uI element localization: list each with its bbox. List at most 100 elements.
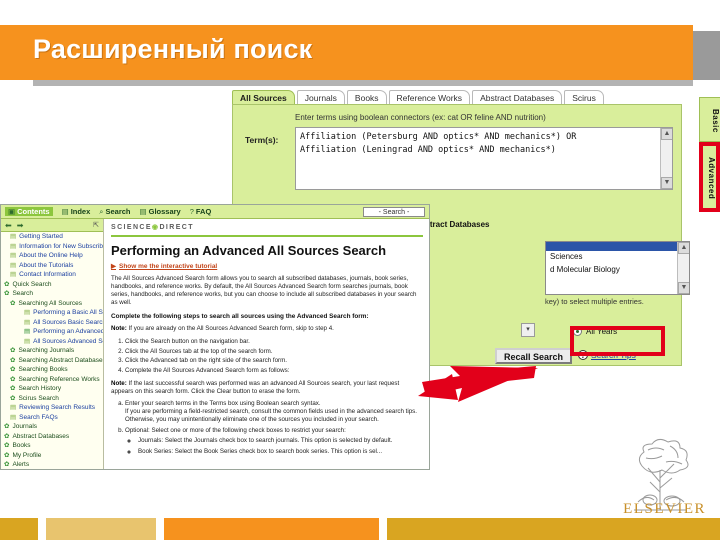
- help-step-4: Complete the All Sources Advanced Search…: [125, 366, 423, 376]
- subject-scrollbar[interactable]: ▲ ▼: [677, 242, 689, 294]
- toc-item[interactable]: ✿ Books: [1, 441, 103, 451]
- back-arrow-icon[interactable]: ⬅: [5, 221, 12, 230]
- help-step-2: Click the All Sources tab at the top of …: [125, 347, 423, 357]
- toc-item[interactable]: ✿ Search History: [1, 384, 103, 394]
- search-terms-input[interactable]: Affiliation (Petersburg AND optics* AND …: [295, 127, 673, 190]
- toc-item[interactable]: ▤ Search FAQs: [1, 413, 103, 423]
- toc-item[interactable]: ▤ About the Tutorials: [1, 261, 103, 271]
- toc-item-label: Searching Abstract Databases: [18, 356, 103, 364]
- toc-item-label: Books: [12, 442, 31, 449]
- subject-scroll-down-icon[interactable]: ▼: [678, 282, 689, 294]
- tab-reference-works[interactable]: Reference Works: [388, 90, 471, 105]
- vertical-tab-basic[interactable]: Basic: [699, 97, 720, 142]
- toc-item[interactable]: ▤ About the Online Help: [1, 251, 103, 261]
- subject-option-sciences[interactable]: Sciences: [546, 251, 689, 262]
- help-substep-a: Enter your search terms in the Terms box…: [125, 400, 423, 425]
- toc-item[interactable]: ✿ Abstract Databases: [1, 432, 103, 442]
- toc-item[interactable]: ▤All Sources Advanced Sear...: [1, 337, 103, 347]
- date-dropdown[interactable]: ▾: [521, 323, 535, 337]
- toc-item[interactable]: ✿ Quick Search: [1, 280, 103, 290]
- toc-item-label: Alerts: [12, 461, 30, 468]
- toc-item[interactable]: ▤ Getting Started: [1, 232, 103, 242]
- help-tab-index[interactable]: ▤ Index: [62, 207, 91, 216]
- help-intro-paragraph: The All Sources Advanced Search form all…: [111, 275, 417, 306]
- online-help-window: ▣ Contents ▤ Index ⌕ Search ▤ Glossary ?…: [0, 204, 430, 470]
- toc-item-label: About the Tutorials: [19, 261, 74, 269]
- toc-item[interactable]: ▤Performing an Advanced All...: [1, 327, 103, 337]
- tab-abstract-databases[interactable]: Abstract Databases: [472, 90, 563, 105]
- help-tab-contents[interactable]: ▣ Contents: [5, 207, 53, 216]
- toc-item[interactable]: ✿ Alerts: [1, 460, 103, 469]
- footer-segment-gap2: [156, 518, 164, 540]
- toc-item[interactable]: ✿ My Profile: [1, 451, 103, 461]
- help-toolbar: ▣ Contents ▤ Index ⌕ Search ▤ Glossary ?…: [1, 205, 429, 219]
- recall-search-button[interactable]: Recall Search: [495, 348, 573, 364]
- folder-icon: ✿: [4, 442, 10, 449]
- help-toc-sidebar[interactable]: ⬅ ➡ ⇱ ▤ Getting Started ▤ Information for N…: [1, 219, 104, 469]
- tab-scirus[interactable]: Scirus: [564, 90, 604, 105]
- help-tab-glossary[interactable]: ▤ Glossary: [140, 207, 181, 216]
- toc-item[interactable]: ✿ Searching All Sources: [1, 299, 103, 309]
- toc-item[interactable]: ✿ Journals: [1, 422, 103, 432]
- elsevier-wordmark: ELSEVIER: [623, 501, 706, 517]
- tab-books[interactable]: Books: [346, 90, 387, 105]
- footer-segment-1: [0, 518, 38, 540]
- toc-item[interactable]: ✿ Scirus Search: [1, 394, 103, 404]
- footer-segment-4: [387, 518, 720, 540]
- tab-journals[interactable]: Journals: [296, 90, 345, 105]
- toc-item-label: All Sources Advanced Sear...: [33, 337, 103, 345]
- terms-hint-text: Enter terms using boolean connectors (ex…: [295, 113, 546, 122]
- toc-item[interactable]: ▤ Reviewing Search Results: [1, 403, 103, 413]
- toc-item[interactable]: ✿ Searching Reference Works: [1, 375, 103, 385]
- play-icon: ▶: [111, 263, 116, 270]
- document-icon: ▤: [24, 318, 31, 326]
- toc-item[interactable]: ✿ Search: [1, 289, 103, 299]
- forward-arrow-icon[interactable]: ➡: [17, 221, 24, 230]
- folder-icon: ✿: [4, 461, 10, 468]
- help-content-pane: SCIENCE◉DIRECT Performing an Advanced Al…: [105, 219, 429, 469]
- help-note-1-text: If you are already on the All Sources Ad…: [128, 325, 334, 332]
- folder-icon: ✿: [4, 423, 10, 430]
- toc-item[interactable]: ✿ Searching Abstract Databases: [1, 356, 103, 366]
- help-bullet-list: Journals: Select the Journals check box …: [125, 437, 423, 456]
- vertical-tab-advanced[interactable]: Advanced: [699, 142, 720, 212]
- footer-segment-gap3: [379, 518, 387, 540]
- subject-scroll-up-icon[interactable]: ▲: [678, 242, 689, 254]
- folder-icon: ✿: [10, 375, 16, 383]
- toc-nav-bar: ⬅ ➡ ⇱: [1, 219, 103, 232]
- toc-item[interactable]: ▤All Sources Basic Search Ti...: [1, 318, 103, 328]
- toc-item[interactable]: ▤ Information for New Subscribers: [1, 242, 103, 252]
- interactive-tutorial-link[interactable]: ▶ Show me the interactive tutorial: [111, 262, 423, 271]
- toc-item-label: Search History: [18, 385, 62, 392]
- expand-icon[interactable]: ⇱: [93, 221, 99, 229]
- help-page-heading: Performing an Advanced All Sources Searc…: [111, 243, 387, 258]
- subject-area-listbox[interactable]: Sciences d Molecular Biology ▲ ▼: [545, 241, 690, 295]
- toc-item-label: My Profile: [12, 451, 42, 459]
- document-icon: ▤: [10, 413, 17, 421]
- toc-item[interactable]: ▤ Contact Information: [1, 270, 103, 280]
- document-icon: ▤: [24, 328, 31, 335]
- scroll-down-icon[interactable]: ▼: [661, 177, 672, 189]
- folder-icon: ✿: [10, 385, 16, 392]
- subject-option-molecular-biology[interactable]: d Molecular Biology: [546, 264, 689, 275]
- terms-scrollbar[interactable]: ▲ ▼: [660, 128, 672, 189]
- toc-list: ▤ Getting Started ▤ Information for New Sub…: [1, 232, 103, 469]
- scroll-up-icon[interactable]: ▲: [661, 128, 672, 140]
- toc-item-label: All Sources Basic Search Ti...: [33, 318, 103, 326]
- toc-item-label: Searching Reference Works: [18, 375, 100, 383]
- search-tips-highlight-box: [570, 326, 665, 356]
- help-substep-b: Optional: Select one or more of the foll…: [125, 427, 423, 456]
- folder-icon: ✿: [10, 347, 16, 354]
- help-search-dropdown[interactable]: - Search -: [363, 207, 425, 217]
- toc-item[interactable]: ▤Performing a Basic All Sou...: [1, 308, 103, 318]
- glossary-icon: ▤: [139, 207, 147, 216]
- toc-item[interactable]: ✿ Searching Journals: [1, 346, 103, 356]
- tab-all-sources[interactable]: All Sources: [232, 90, 295, 105]
- subject-option-selected[interactable]: [546, 242, 689, 251]
- subject-hint-text: key) to select multiple entries.: [545, 297, 644, 306]
- toc-item[interactable]: ✿ Searching Books: [1, 365, 103, 375]
- help-tab-faq[interactable]: ? FAQ: [190, 207, 212, 216]
- help-tab-search[interactable]: ⌕ Search: [99, 207, 130, 217]
- help-tab-glossary-label: Glossary: [148, 207, 181, 216]
- folder-icon: ✿: [10, 299, 16, 307]
